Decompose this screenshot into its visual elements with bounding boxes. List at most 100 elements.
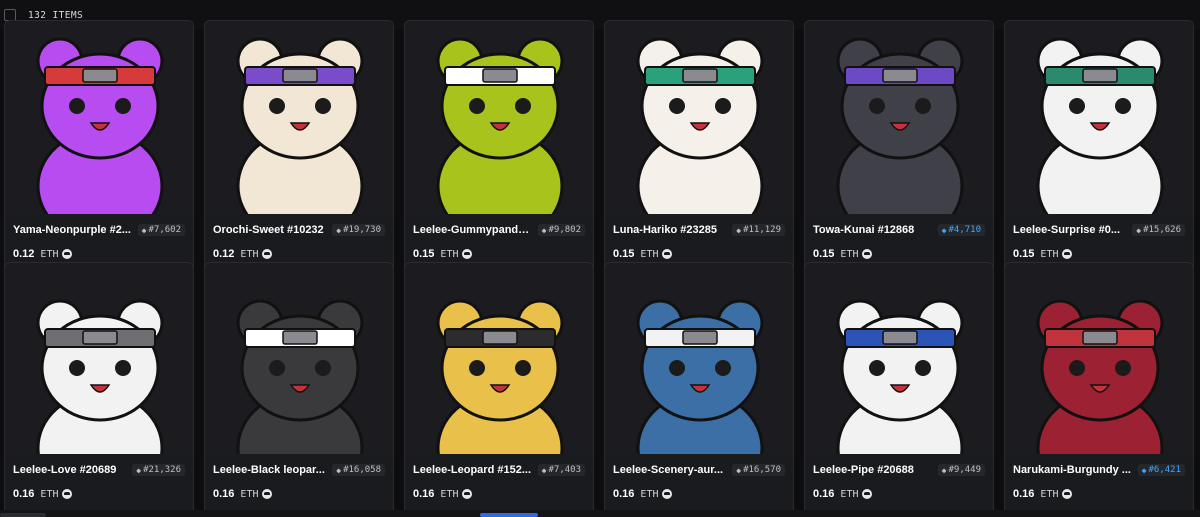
nft-card[interactable]: Narukami-Burgundy ... ◆ #6,421 0.16 ETH: [1004, 262, 1194, 516]
nft-title-row: Leelee-Leopard #152... ◆ #7,403: [413, 462, 585, 478]
nft-card[interactable]: Leelee-Black leopar... ◆ #16,058 0.16 ETH: [204, 262, 394, 516]
opensea-icon: [62, 489, 73, 499]
rarity-rank-badge[interactable]: ◆ #7,602: [137, 224, 185, 236]
nft-title-row: Leelee-Pipe #20688 ◆ #9,449: [813, 462, 985, 478]
nft-image[interactable]: [1005, 21, 1193, 214]
nft-image[interactable]: [605, 263, 793, 454]
price-value: 0.12: [213, 248, 235, 260]
price-value: 0.16: [213, 488, 235, 500]
rarity-rank: #16,058: [343, 465, 381, 475]
nft-image[interactable]: [205, 21, 393, 214]
price-row: 0.16 ETH: [413, 488, 585, 500]
price-value: 0.16: [13, 488, 35, 500]
price-unit: ETH: [840, 488, 859, 500]
opensea-icon: [1062, 489, 1073, 499]
scroll-segment-active[interactable]: [480, 513, 538, 517]
nft-title-row: Leelee-Gummypanda... ◆ #9,802: [413, 222, 585, 238]
diamond-icon: ◆: [136, 465, 142, 475]
price-value: 0.15: [1013, 248, 1035, 260]
nft-image[interactable]: [5, 21, 193, 214]
nft-image[interactable]: [205, 263, 393, 454]
nft-card[interactable]: Luna-Hariko #23285 ◆ #11,129 0.15 ETH: [604, 20, 794, 282]
nft-info: Leelee-Leopard #152... ◆ #7,403 0.16 ETH: [405, 454, 593, 515]
rarity-rank: #7,602: [148, 225, 181, 235]
rarity-rank-badge[interactable]: ◆ #15,626: [1132, 224, 1185, 236]
nft-card[interactable]: Leelee-Surprise #0... ◆ #15,626 0.15 ETH: [1004, 20, 1194, 282]
price-row: 0.12 ETH: [213, 248, 385, 260]
rarity-rank-badge[interactable]: ◆ #11,129: [732, 224, 785, 236]
rarity-rank-badge[interactable]: ◆ #7,403: [537, 464, 585, 476]
nft-info: Leelee-Pipe #20688 ◆ #9,449 0.16 ETH: [805, 454, 993, 515]
nft-info: Leelee-Love #20689 ◆ #21,326 0.16 ETH: [5, 454, 193, 515]
rarity-rank-badge[interactable]: ◆ #16,058: [332, 464, 385, 476]
price-unit: ETH: [1040, 248, 1059, 260]
price-unit: ETH: [1040, 488, 1059, 500]
rarity-rank-badge[interactable]: ◆ #9,449: [937, 464, 985, 476]
nft-image[interactable]: [405, 263, 593, 454]
diamond-icon: ◆: [336, 465, 342, 475]
nft-name[interactable]: Luna-Hariko #23285: [613, 224, 717, 236]
opensea-icon: [262, 489, 273, 499]
rarity-rank-badge[interactable]: ◆ #6,421: [1137, 464, 1185, 476]
nft-name[interactable]: Towa-Kunai #12868: [813, 224, 914, 236]
price-value: 0.15: [813, 248, 835, 260]
opensea-icon: [862, 489, 873, 499]
nft-card[interactable]: Leelee-Gummypanda...◆#9,8020.15ETH最終販売 0…: [404, 20, 594, 282]
nft-name[interactable]: Yama-Neonpurple #2...: [13, 224, 131, 236]
nft-image[interactable]: [405, 21, 593, 214]
nft-title-row: Leelee-Love #20689 ◆ #21,326: [13, 462, 185, 478]
nft-title-row: Leelee-Scenery-aur... ◆ #16,570: [613, 462, 785, 478]
diamond-icon: ◆: [736, 225, 742, 235]
nft-info: Narukami-Burgundy ... ◆ #6,421 0.16 ETH: [1005, 454, 1193, 515]
diamond-icon: ◆: [941, 465, 947, 475]
nft-image[interactable]: [605, 21, 793, 214]
nft-card[interactable]: Towa-Kunai #12868 ◆ #4,710 0.15 ETH: [804, 20, 994, 282]
nft-title-row: Narukami-Burgundy ... ◆ #6,421: [1013, 462, 1185, 478]
rarity-rank-badge[interactable]: ◆ #21,326: [132, 464, 185, 476]
diamond-icon: ◆: [941, 225, 947, 235]
nft-name[interactable]: Leelee-Pipe #20688: [813, 464, 914, 476]
nft-image[interactable]: [5, 263, 193, 454]
nft-name[interactable]: Leelee-Leopard #152...: [413, 464, 531, 476]
rarity-rank: #9,802: [548, 225, 581, 235]
price-unit: ETH: [40, 248, 59, 260]
rarity-rank: #7,403: [548, 465, 581, 475]
rarity-rank-badge[interactable]: ◆ #19,730: [332, 224, 385, 236]
nft-name[interactable]: Leelee-Love #20689: [13, 464, 116, 476]
rarity-rank-badge[interactable]: ◆ #16,570: [732, 464, 785, 476]
nft-name[interactable]: Leelee-Gummypanda...: [413, 224, 531, 236]
price-unit: ETH: [840, 248, 859, 260]
price-unit: ETH: [40, 488, 59, 500]
price-row: 0.12 ETH: [13, 248, 185, 260]
scroll-segment[interactable]: [0, 513, 46, 517]
rarity-rank: #19,730: [343, 225, 381, 235]
price-value: 0.12: [13, 248, 35, 260]
price-row: 0.15 ETH: [613, 248, 785, 260]
price-row: 0.15 ETH: [813, 248, 985, 260]
rarity-rank: #11,129: [743, 225, 781, 235]
nft-title-row: Orochi-Sweet #10232 ◆ #19,730: [213, 222, 385, 238]
nft-title-row: Towa-Kunai #12868 ◆ #4,710: [813, 222, 985, 238]
nft-card[interactable]: Yama-Neonpurple #2...◆#7,6020.12ETH最終販売 …: [4, 20, 194, 282]
nft-name[interactable]: Leelee-Scenery-aur...: [613, 464, 723, 476]
nft-image[interactable]: [1005, 263, 1193, 454]
nft-image[interactable]: [805, 263, 993, 454]
nft-card[interactable]: Orochi-Sweet #10232 ◆ #19,730 0.12 ETH: [204, 20, 394, 282]
nft-name[interactable]: Leelee-Surprise #0...: [1013, 224, 1120, 236]
nft-card[interactable]: Leelee-Pipe #20688 ◆ #9,449 0.16 ETH: [804, 262, 994, 516]
price-row: 0.15 ETH: [1013, 248, 1185, 260]
rarity-rank-badge[interactable]: ◆ #4,710: [937, 224, 985, 236]
diamond-icon: ◆: [541, 225, 547, 235]
price-value: 0.16: [813, 488, 835, 500]
price-unit: ETH: [440, 248, 459, 260]
nft-name[interactable]: Orochi-Sweet #10232: [213, 224, 324, 236]
rarity-rank-badge[interactable]: ◆ #9,802: [537, 224, 585, 236]
nft-name[interactable]: Leelee-Black leopar...: [213, 464, 325, 476]
nft-card[interactable]: Leelee-Scenery-aur... ◆ #16,570 0.16 ETH: [604, 262, 794, 516]
nft-card[interactable]: Leelee-Leopard #152... ◆ #7,403 0.16 ETH: [404, 262, 594, 516]
nft-card[interactable]: Leelee-Love #20689 ◆ #21,326 0.16 ETH: [4, 262, 194, 516]
nft-name[interactable]: Narukami-Burgundy ...: [1013, 464, 1131, 476]
opensea-icon: [262, 249, 273, 259]
price-row: 0.16 ETH: [213, 488, 385, 500]
nft-image[interactable]: [805, 21, 993, 214]
